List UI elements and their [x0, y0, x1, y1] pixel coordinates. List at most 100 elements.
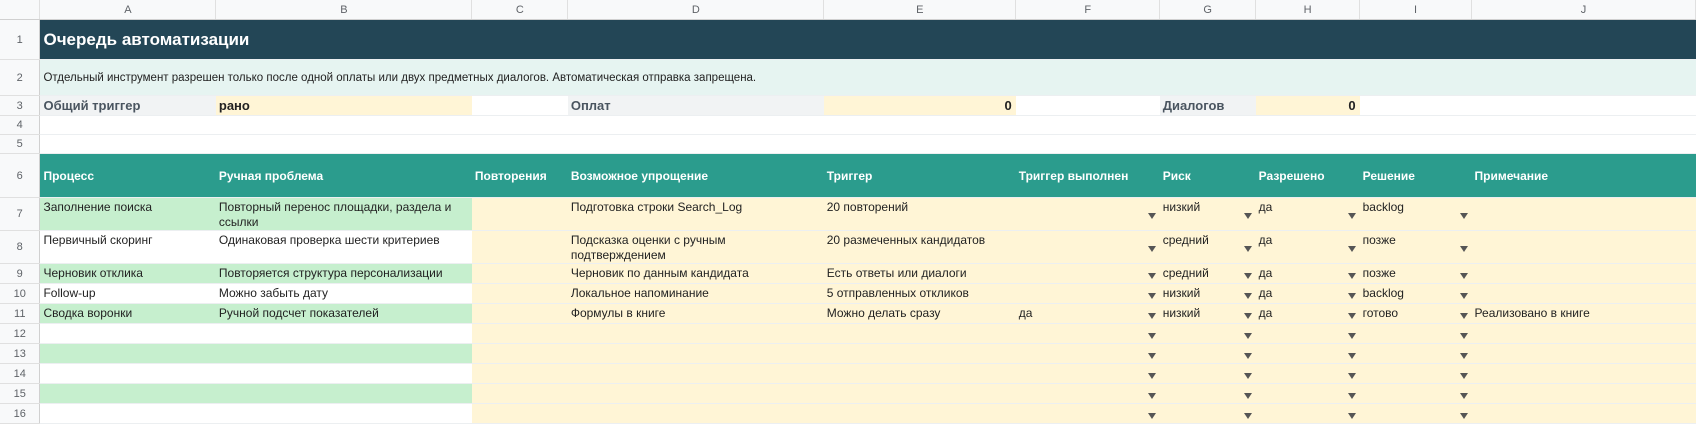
risk-cell[interactable]: низкий [1159, 197, 1256, 231]
allowed-cell[interactable] [1255, 383, 1360, 404]
risk-cell[interactable]: низкий [1159, 283, 1256, 304]
process-cell[interactable] [39, 323, 216, 344]
cell[interactable] [39, 115, 1696, 135]
note-cell[interactable] [1471, 403, 1696, 424]
row-header[interactable]: 14 [0, 363, 41, 384]
decision-cell[interactable] [1359, 363, 1472, 384]
note-cell[interactable] [1471, 230, 1696, 264]
risk-dropdown-icon[interactable] [1243, 312, 1252, 319]
repeats-cell[interactable] [471, 197, 568, 231]
allowed-cell[interactable] [1255, 403, 1360, 424]
risk-cell[interactable] [1159, 343, 1256, 364]
note-cell[interactable]: Реализовано в книге [1471, 303, 1696, 324]
allowed-cell[interactable]: да [1255, 263, 1360, 284]
header-repeats[interactable]: Повторения [471, 153, 568, 198]
column-header-c[interactable]: C [471, 0, 569, 20]
risk-cell[interactable]: низкий [1159, 303, 1256, 324]
row-header[interactable]: 3 [0, 95, 41, 116]
note-cell[interactable] [1471, 343, 1696, 364]
trigger-done-dropdown-icon[interactable] [1147, 412, 1156, 419]
allowed-cell[interactable]: да [1255, 303, 1360, 324]
trigger-done-cell[interactable] [1015, 323, 1160, 344]
cell[interactable] [39, 134, 1696, 154]
risk-dropdown-icon[interactable] [1243, 213, 1252, 219]
decision-cell[interactable] [1359, 323, 1472, 344]
decision-dropdown-icon[interactable] [1459, 332, 1468, 339]
process-cell[interactable]: Черновик отклика [39, 263, 216, 284]
decision-cell[interactable]: позже [1359, 263, 1472, 284]
decision-cell[interactable] [1359, 343, 1472, 364]
simplify-cell[interactable]: Локальное напоминание [567, 283, 824, 304]
decision-cell[interactable]: backlog [1359, 197, 1472, 231]
note-cell[interactable] [1471, 283, 1696, 304]
allowed-cell[interactable] [1255, 323, 1360, 344]
row-header[interactable]: 9 [0, 263, 41, 284]
problem-cell[interactable]: Повторный перенос площадки, раздела и сс… [215, 197, 472, 231]
trigger-done-dropdown-icon[interactable] [1147, 332, 1156, 339]
simplify-cell[interactable] [567, 383, 824, 404]
header-manual-problem[interactable]: Ручная проблема [215, 153, 472, 198]
allowed-dropdown-icon[interactable] [1347, 312, 1356, 319]
risk-dropdown-icon[interactable] [1243, 332, 1252, 339]
trigger-cell[interactable] [823, 363, 1016, 384]
risk-cell[interactable] [1159, 363, 1256, 384]
risk-cell[interactable]: средний [1159, 263, 1256, 284]
trigger-cell[interactable] [823, 383, 1016, 404]
trigger-done-cell[interactable]: да [1015, 303, 1160, 324]
risk-cell[interactable] [1159, 383, 1256, 404]
cell[interactable] [1359, 95, 1472, 116]
repeats-cell[interactable] [471, 263, 568, 284]
note-cell[interactable] [1471, 197, 1696, 231]
trigger-done-dropdown-icon[interactable] [1147, 292, 1156, 299]
row-header[interactable]: 10 [0, 283, 41, 304]
column-header-d[interactable]: D [567, 0, 825, 20]
risk-dropdown-icon[interactable] [1243, 372, 1252, 379]
trigger-cell[interactable] [823, 343, 1016, 364]
allowed-dropdown-icon[interactable] [1347, 272, 1356, 279]
problem-cell[interactable] [215, 403, 472, 424]
sheet-title[interactable]: Очередь автоматизации [39, 19, 1696, 60]
process-cell[interactable] [39, 383, 216, 404]
header-trigger-done[interactable]: Триггер выполнен [1015, 153, 1160, 198]
process-cell[interactable]: Первичный скоринг [39, 230, 216, 264]
risk-cell[interactable] [1159, 323, 1256, 344]
process-cell[interactable] [39, 363, 216, 384]
row-header[interactable]: 15 [0, 383, 41, 404]
risk-dropdown-icon[interactable] [1243, 412, 1252, 419]
risk-dropdown-icon[interactable] [1243, 292, 1252, 299]
cell[interactable] [1015, 95, 1160, 116]
simplify-cell[interactable] [567, 403, 824, 424]
trigger-done-cell[interactable] [1015, 343, 1160, 364]
simplify-cell[interactable] [567, 343, 824, 364]
trigger-cell[interactable] [823, 323, 1016, 344]
risk-dropdown-icon[interactable] [1243, 272, 1252, 279]
note-cell[interactable] [1471, 383, 1696, 404]
header-note[interactable]: Примечание [1471, 153, 1696, 198]
column-header-e[interactable]: E [823, 0, 1017, 20]
decision-dropdown-icon[interactable] [1459, 412, 1468, 419]
row-header[interactable]: 11 [0, 303, 41, 324]
trigger-done-cell[interactable] [1015, 363, 1160, 384]
trigger-done-dropdown-icon[interactable] [1147, 352, 1156, 359]
risk-cell[interactable]: средний [1159, 230, 1256, 264]
process-cell[interactable]: Заполнение поиска [39, 197, 216, 231]
row-header[interactable]: 6 [0, 153, 41, 198]
allowed-cell[interactable] [1255, 363, 1360, 384]
process-cell[interactable] [39, 343, 216, 364]
cell[interactable] [1471, 95, 1696, 116]
select-all-corner[interactable] [0, 0, 41, 20]
trigger-done-dropdown-icon[interactable] [1147, 372, 1156, 379]
decision-cell[interactable] [1359, 383, 1472, 404]
payments-value[interactable]: 0 [823, 95, 1016, 116]
trigger-cell[interactable]: 5 отправленных откликов [823, 283, 1016, 304]
problem-cell[interactable] [215, 343, 472, 364]
row-header[interactable]: 5 [0, 134, 41, 154]
payments-label[interactable]: Оплат [567, 95, 824, 116]
decision-dropdown-icon[interactable] [1459, 392, 1468, 399]
process-cell[interactable]: Follow-up [39, 283, 216, 304]
simplify-cell[interactable]: Подготовка строки Search_Log [567, 197, 824, 231]
trigger-value[interactable]: рано [215, 95, 472, 116]
allowed-dropdown-icon[interactable] [1347, 352, 1356, 359]
risk-dropdown-icon[interactable] [1243, 352, 1252, 359]
decision-dropdown-icon[interactable] [1459, 272, 1468, 279]
